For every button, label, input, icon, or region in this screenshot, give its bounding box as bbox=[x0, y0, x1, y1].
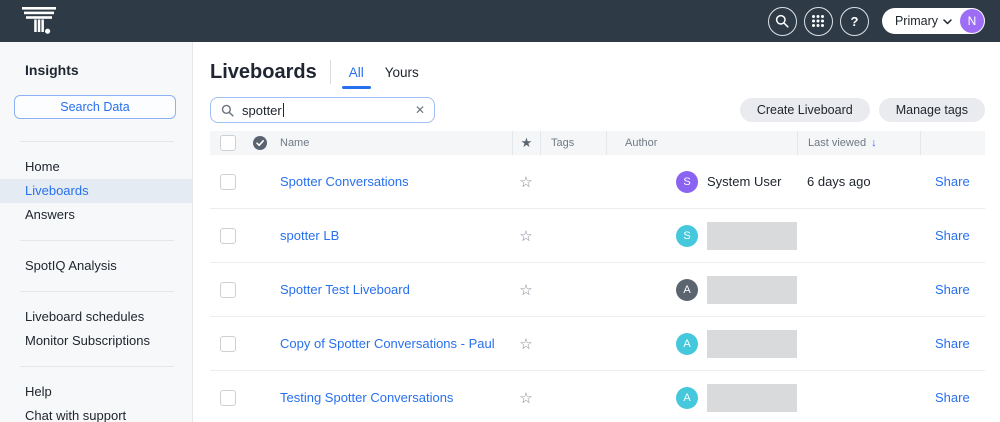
redacted-author-name bbox=[707, 276, 797, 304]
author-name: System User bbox=[707, 174, 781, 189]
sort-descending-icon: ↓ bbox=[871, 137, 877, 149]
author-avatar: A bbox=[676, 387, 698, 409]
thoughtspot-logo-icon bbox=[22, 6, 56, 36]
table-row: Testing Spotter Conversations ☆ A Share bbox=[210, 371, 985, 422]
table-body: Spotter Conversations ☆ S System User 6 … bbox=[210, 155, 985, 422]
title-row: Liveboards All Yours bbox=[210, 58, 985, 86]
sidebar-item-help[interactable]: Help bbox=[0, 380, 192, 404]
column-header-author[interactable]: Author bbox=[606, 131, 797, 155]
sidebar-item-monitor-subscriptions[interactable]: Monitor Subscriptions bbox=[0, 329, 192, 353]
liveboard-name-link[interactable]: Testing Spotter Conversations bbox=[272, 390, 512, 405]
author-cell: A bbox=[606, 276, 797, 304]
author-cell: A bbox=[606, 330, 797, 358]
liveboard-search-input[interactable]: spotter ✕ bbox=[210, 97, 435, 123]
redacted-author-name bbox=[707, 222, 797, 250]
author-cell: S System User bbox=[606, 171, 797, 193]
table-row: spotter LB ☆ S Share bbox=[210, 209, 985, 263]
user-avatar[interactable]: N bbox=[960, 9, 984, 33]
redacted-author-name bbox=[707, 384, 797, 412]
select-all-checkbox[interactable] bbox=[220, 135, 236, 151]
thoughtspot-logo[interactable] bbox=[22, 6, 56, 36]
create-liveboard-button[interactable]: Create Liveboard bbox=[740, 98, 870, 122]
author-avatar: A bbox=[676, 333, 698, 355]
last-viewed: 6 days ago bbox=[797, 174, 920, 189]
org-switcher[interactable]: Primary N bbox=[882, 8, 985, 34]
sidebar-item-chat-with-support[interactable]: Chat with support bbox=[0, 404, 192, 422]
favorite-star-icon[interactable]: ☆ bbox=[512, 227, 540, 245]
liveboard-name-link[interactable]: spotter LB bbox=[272, 228, 512, 243]
row-checkbox[interactable] bbox=[220, 390, 236, 406]
column-header-last-viewed[interactable]: Last viewed ↓ bbox=[797, 131, 920, 155]
help-icon: ? bbox=[850, 14, 858, 29]
author-avatar: S bbox=[676, 225, 698, 247]
row-checkbox[interactable] bbox=[220, 336, 236, 352]
toolbar: spotter ✕ Create Liveboard Manage tags bbox=[210, 97, 985, 123]
tab-yours[interactable]: Yours bbox=[383, 59, 421, 86]
apps-menu-button[interactable] bbox=[804, 7, 833, 36]
sidebar-divider bbox=[20, 240, 174, 241]
liveboard-name-link[interactable]: Spotter Test Liveboard bbox=[272, 282, 512, 297]
favorite-star-icon[interactable]: ☆ bbox=[512, 389, 540, 407]
favorite-star-icon[interactable]: ☆ bbox=[512, 173, 540, 191]
table-row: Copy of Spotter Conversations - Paul ☆ A… bbox=[210, 317, 985, 371]
org-switcher-label: Primary bbox=[895, 14, 938, 28]
author-cell: A bbox=[606, 384, 797, 412]
column-header-share bbox=[920, 131, 985, 155]
sidebar: Insights Search Data HomeLiveboardsAnswe… bbox=[0, 42, 193, 422]
share-link[interactable]: Share bbox=[920, 336, 985, 351]
row-checkbox[interactable] bbox=[220, 282, 236, 298]
share-link[interactable]: Share bbox=[920, 282, 985, 297]
toolbar-buttons: Create Liveboard Manage tags bbox=[740, 98, 985, 122]
author-avatar: S bbox=[676, 171, 698, 193]
column-header-tags[interactable]: Tags bbox=[540, 131, 606, 155]
main-content: Liveboards All Yours spotter ✕ Create Li… bbox=[193, 42, 1000, 422]
favorite-star-icon[interactable]: ☆ bbox=[512, 281, 540, 299]
top-header: ? Primary N bbox=[0, 0, 1000, 42]
redacted-author-name bbox=[707, 330, 797, 358]
favorite-star-icon[interactable]: ☆ bbox=[512, 335, 540, 353]
sidebar-item-home[interactable]: Home bbox=[0, 155, 192, 179]
manage-tags-button[interactable]: Manage tags bbox=[879, 98, 985, 122]
page-title: Liveboards bbox=[210, 61, 317, 84]
sidebar-heading: Insights bbox=[25, 62, 192, 78]
row-checkbox[interactable] bbox=[220, 228, 236, 244]
table-row: Spotter Test Liveboard ☆ A Share bbox=[210, 263, 985, 317]
author-avatar: A bbox=[676, 279, 698, 301]
sidebar-item-answers[interactable]: Answers bbox=[0, 203, 192, 227]
row-checkbox[interactable] bbox=[220, 174, 236, 190]
clear-search-icon[interactable]: ✕ bbox=[415, 103, 425, 117]
search-icon bbox=[775, 14, 789, 28]
liveboards-table: Name ★ Tags Author Last viewed ↓ Spotter… bbox=[210, 131, 985, 422]
search-value: spotter bbox=[242, 103, 282, 118]
chevron-down-icon bbox=[943, 19, 952, 25]
tabs: All Yours bbox=[347, 58, 421, 86]
sidebar-item-spotiq-analysis[interactable]: SpotIQ Analysis bbox=[0, 254, 192, 278]
sidebar-divider bbox=[20, 141, 174, 142]
sidebar-item-liveboard-schedules[interactable]: Liveboard schedules bbox=[0, 305, 192, 329]
topbar-actions: ? Primary N bbox=[768, 7, 985, 36]
column-header-name[interactable]: Name bbox=[272, 131, 512, 155]
text-cursor bbox=[283, 103, 284, 117]
table-header: Name ★ Tags Author Last viewed ↓ bbox=[210, 131, 985, 155]
favorite-column-icon[interactable]: ★ bbox=[521, 135, 533, 151]
sidebar-divider bbox=[20, 291, 174, 292]
title-divider bbox=[330, 60, 331, 84]
liveboard-name-link[interactable]: Spotter Conversations bbox=[272, 174, 512, 189]
global-search-button[interactable] bbox=[768, 7, 797, 36]
liveboard-name-link[interactable]: Copy of Spotter Conversations - Paul bbox=[272, 336, 512, 351]
share-link[interactable]: Share bbox=[920, 390, 985, 405]
author-cell: S bbox=[606, 222, 797, 250]
sidebar-divider bbox=[20, 366, 174, 367]
search-icon bbox=[221, 104, 234, 117]
share-link[interactable]: Share bbox=[920, 228, 985, 243]
sidebar-item-liveboards[interactable]: Liveboards bbox=[0, 179, 192, 203]
tab-all[interactable]: All bbox=[347, 59, 366, 86]
sidebar-nav: HomeLiveboardsAnswers SpotIQ Analysis Live… bbox=[0, 141, 192, 422]
verified-badge-icon[interactable] bbox=[252, 135, 268, 151]
help-button[interactable]: ? bbox=[840, 7, 869, 36]
search-data-button[interactable]: Search Data bbox=[14, 95, 176, 119]
apps-grid-icon bbox=[811, 14, 825, 28]
table-row: Spotter Conversations ☆ S System User 6 … bbox=[210, 155, 985, 209]
share-link[interactable]: Share bbox=[920, 174, 985, 189]
